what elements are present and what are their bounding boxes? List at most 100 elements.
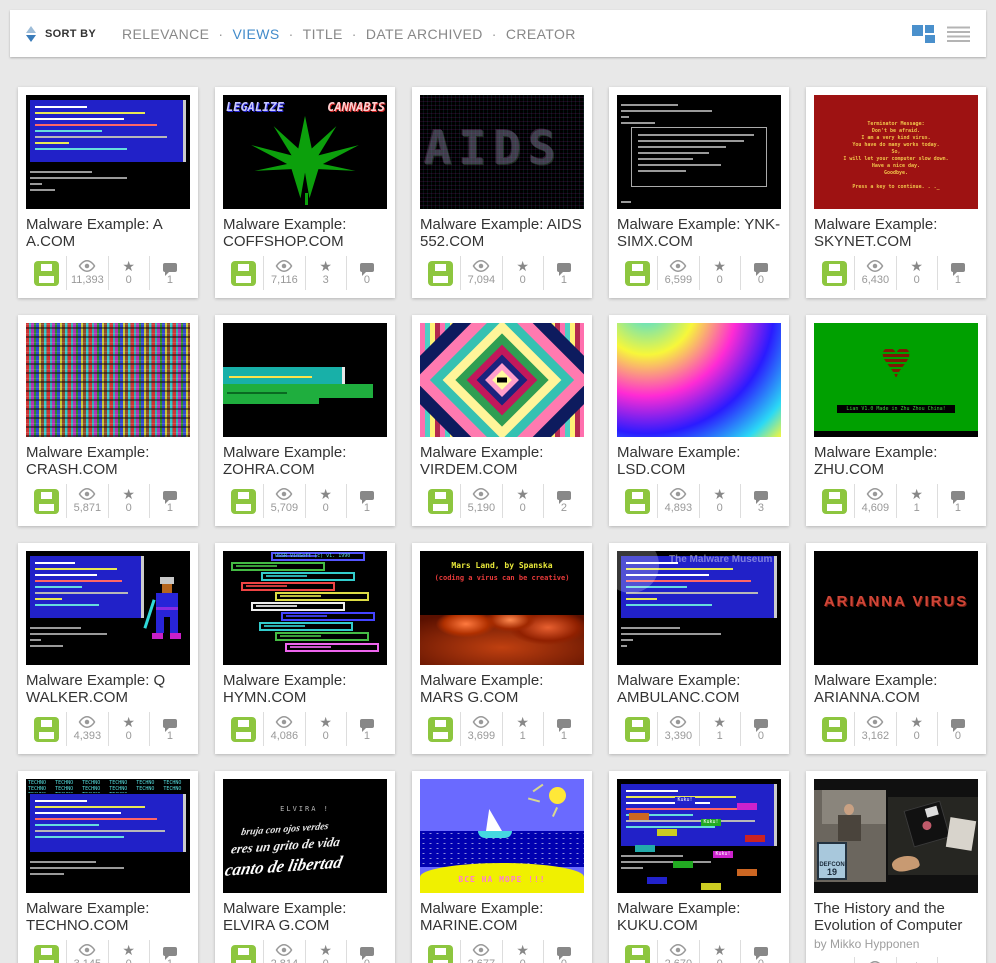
sort-option-title[interactable]: TITLE	[303, 26, 343, 42]
star-icon: ★	[319, 944, 332, 956]
item-card-kuku-com[interactable]: Kuku! Kuku! Kuku! Malware Example: KUKU.…	[609, 771, 789, 963]
item-thumbnail[interactable]: The Malware Museum	[617, 551, 781, 665]
sun-art	[549, 787, 566, 804]
views-stat: 6,599	[657, 256, 698, 290]
item-stats: 3,162 ★0 0	[814, 712, 978, 746]
item-thumbnail[interactable]: Kuku! Kuku! Kuku!	[617, 779, 781, 893]
item-thumbnail[interactable]	[617, 95, 781, 209]
item-title[interactable]: Malware Example: HYMN.COM	[223, 672, 387, 706]
item-thumbnail[interactable]: TECHNO TECHNO TECHNO TECHNO TECHNO TECHN…	[26, 779, 190, 893]
sort-option-relevance[interactable]: RELEVANCE	[122, 26, 209, 42]
item-card-skynet-com[interactable]: Terminator Message:Don't be afraid. I am…	[806, 87, 986, 298]
views-stat: 4,609	[854, 484, 895, 518]
item-title[interactable]: Malware Example: CRASH.COM	[26, 444, 190, 478]
item-title[interactable]: Malware Example: COFFSHOP.COM	[223, 216, 387, 250]
item-title[interactable]: The History and the Evolution of Compute…	[814, 900, 978, 934]
eye-icon	[472, 488, 490, 500]
item-card-mars-g-com[interactable]: Mars Land, by Spanska (coding a virus ca…	[412, 543, 592, 754]
item-thumbnail[interactable]: AIDS	[420, 95, 584, 209]
item-thumbnail[interactable]: ARIANNA VIRUS	[814, 551, 978, 665]
views-stat: 4,086	[263, 712, 304, 746]
item-title[interactable]: Malware Example: ZHU.COM	[814, 444, 978, 478]
item-thumbnail[interactable]	[26, 323, 190, 437]
item-thumbnail[interactable]: Terminator Message:Don't be afraid. I am…	[814, 95, 978, 209]
item-thumbnail[interactable]: ELVIRA ! bruja con ojos verdes eres un g…	[223, 779, 387, 893]
views-stat: 3,699	[460, 712, 501, 746]
favorites-stat: ★1	[896, 484, 937, 518]
item-thumbnail[interactable]	[420, 323, 584, 437]
sort-option-date-archived[interactable]: DATE ARCHIVED	[366, 26, 483, 42]
item-card-history-evolution-video[interactable]: DEFCON 19 The History and the Evolution …	[806, 771, 986, 963]
item-card-elvira-g-com[interactable]: ELVIRA ! bruja con ojos verdes eres un g…	[215, 771, 395, 963]
item-title[interactable]: Malware Example: ELVIRA G.COM	[223, 900, 387, 934]
item-thumbnail[interactable]: ♥ Lian V1.0 Made in Zhu Zhou China!	[814, 323, 978, 437]
item-card-marine-com[interactable]: ВСЕ НА МОРЕ !!! Malware Example: MARINE.…	[412, 771, 592, 963]
media-type-software-icon	[420, 484, 460, 518]
sort-desc-icon	[26, 35, 36, 42]
item-thumbnail[interactable]	[617, 323, 781, 437]
item-card-ambulanc-com[interactable]: The Malware Museum Malware Example: AMBU…	[609, 543, 789, 754]
item-thumbnail[interactable]: DEFCON 19	[814, 779, 978, 893]
eye-icon	[78, 260, 96, 272]
eye-icon	[866, 260, 884, 272]
item-card-hymn-com[interactable]: USSR VinSoft (c) v1. 1990 Malware Exampl…	[215, 543, 395, 754]
item-title[interactable]: Malware Example: YNK-SIMX.COM	[617, 216, 781, 250]
item-thumbnail[interactable]	[26, 95, 190, 209]
item-thumbnail[interactable]: ВСЕ НА МОРЕ !!!	[420, 779, 584, 893]
sort-option-views[interactable]: VIEWS	[232, 26, 279, 42]
item-title[interactable]: Malware Example: ZOHRA.COM	[223, 444, 387, 478]
item-title[interactable]: Malware Example: TECHNO.COM	[26, 900, 190, 934]
item-card-ynk-simx-com[interactable]: Malware Example: YNK-SIMX.COM 6,599 ★0 0	[609, 87, 789, 298]
item-creator[interactable]: by Mikko Hypponen	[814, 937, 978, 951]
item-title[interactable]: Malware Example: AMBULANC.COM	[617, 672, 781, 706]
item-title[interactable]: Malware Example: MARINE.COM	[420, 900, 584, 934]
item-card-zhu-com[interactable]: ♥ Lian V1.0 Made in Zhu Zhou China! Malw…	[806, 315, 986, 526]
star-icon: ★	[713, 716, 726, 728]
item-thumbnail[interactable]: USSR VinSoft (c) v1. 1990	[223, 551, 387, 665]
item-card-zohra-com[interactable]: Malware Example: ZOHRA.COM 5,709 ★0 1	[215, 315, 395, 526]
item-thumbnail[interactable]: LEGALIZE CANNABIS	[223, 95, 387, 209]
item-title[interactable]: Malware Example: VIRDEM.COM	[420, 444, 584, 478]
speaker-scene-art: DEFCON 19	[814, 790, 886, 882]
item-card-arianna-com[interactable]: ARIANNA VIRUS Malware Example: ARIANNA.C…	[806, 543, 986, 754]
beach-art: ВСЕ НА МОРЕ !!!	[420, 863, 584, 893]
tile-view-icon[interactable]	[912, 25, 935, 43]
views-stat: 3,162	[854, 712, 895, 746]
item-card-q-walker-com[interactable]: Malware Example: Q WALKER.COM 4,393 ★0 1	[18, 543, 198, 754]
eye-icon	[472, 944, 490, 956]
list-view-icon[interactable]	[947, 26, 970, 42]
views-stat: 4,393	[66, 712, 107, 746]
item-card-lsd-com[interactable]: Malware Example: LSD.COM 4,893 ★0 3	[609, 315, 789, 526]
item-card-aids-552-com[interactable]: AIDS Malware Example: AIDS 552.COM 7,094…	[412, 87, 592, 298]
thumb-art	[30, 100, 186, 162]
item-title[interactable]: Malware Example: SKYNET.COM	[814, 216, 978, 250]
item-thumbnail[interactable]	[26, 551, 190, 665]
item-title[interactable]: Malware Example: AIDS 552.COM	[420, 216, 584, 250]
comment-icon	[360, 719, 374, 728]
item-title[interactable]: Malware Example: MARS G.COM	[420, 672, 584, 706]
favorites-stat: ★0	[896, 957, 937, 963]
item-card-crash-com[interactable]: Malware Example: CRASH.COM 5,871 ★0 1	[18, 315, 198, 526]
item-thumbnail[interactable]	[223, 323, 387, 437]
comments-stat: 1	[346, 712, 387, 746]
views-stat: 2,546	[854, 957, 895, 963]
item-card-techno-com[interactable]: TECHNO TECHNO TECHNO TECHNO TECHNO TECHN…	[18, 771, 198, 963]
item-stats: 3,699 ★1 1	[420, 712, 584, 746]
views-stat: 5,709	[263, 484, 304, 518]
item-card-a-a-com[interactable]: Malware Example: A A.COM 11,393 ★0 1	[18, 87, 198, 298]
item-title[interactable]: Malware Example: Q WALKER.COM	[26, 672, 190, 706]
sort-option-creator[interactable]: CREATOR	[506, 26, 576, 42]
thumb-art	[621, 201, 631, 203]
thumb-text: CANNABIS	[327, 100, 385, 114]
media-type-software-icon	[814, 712, 854, 746]
item-title[interactable]: Malware Example: A A.COM	[26, 216, 190, 250]
item-title[interactable]: Malware Example: LSD.COM	[617, 444, 781, 478]
item-title[interactable]: Malware Example: ARIANNA.COM	[814, 672, 978, 706]
item-title[interactable]: Malware Example: KUKU.COM	[617, 900, 781, 934]
comments-stat: 0	[937, 957, 978, 963]
item-thumbnail[interactable]: Mars Land, by Spanska (coding a virus ca…	[420, 551, 584, 665]
sort-direction-icon[interactable]	[26, 26, 36, 42]
item-card-virdem-com[interactable]: Malware Example: VIRDEM.COM 5,190 ★0 2	[412, 315, 592, 526]
media-type-software-icon	[617, 940, 657, 963]
item-card-coffshop-com[interactable]: LEGALIZE CANNABIS Malware Example: COFFS…	[215, 87, 395, 298]
